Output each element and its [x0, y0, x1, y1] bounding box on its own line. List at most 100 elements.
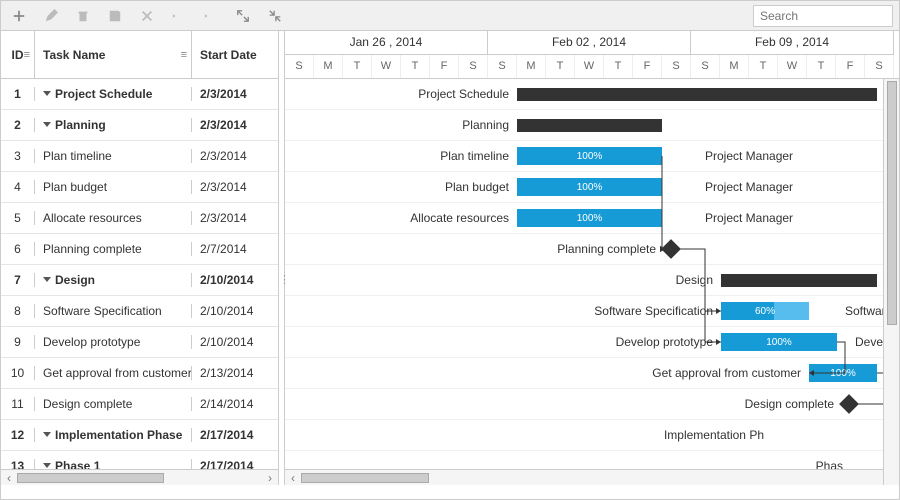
summary-bar[interactable]: [517, 88, 877, 101]
grid-panel: ID≡ Task Name≡ Start Date 1Project Sched…: [1, 31, 279, 485]
row-date: 2/13/2014: [192, 366, 278, 380]
milestone[interactable]: [661, 239, 681, 259]
caret-icon[interactable]: [43, 277, 51, 282]
row-date: 2/3/2014: [192, 87, 278, 101]
task-label: Develop prototype: [285, 335, 713, 349]
task-bar[interactable]: 60%: [721, 302, 809, 320]
scroll-left-icon[interactable]: ‹: [1, 470, 17, 486]
row-task: Planning: [35, 118, 192, 132]
row-date: 2/10/2014: [192, 335, 278, 349]
table-row[interactable]: 3Plan timeline2/3/2014: [1, 141, 278, 172]
task-label: Software Specification: [285, 304, 713, 318]
task-bar[interactable]: 100%: [517, 178, 662, 196]
day-header: M: [314, 55, 343, 79]
summary-bar[interactable]: [721, 274, 877, 287]
cancel-button[interactable]: [135, 4, 159, 28]
menu-icon[interactable]: ≡: [181, 49, 187, 61]
gantt-row: Software Specification60%Software: [285, 296, 899, 327]
day-header: M: [720, 55, 749, 79]
collapse-button[interactable]: [263, 4, 287, 28]
row-date: 2/7/2014: [192, 242, 278, 256]
table-row[interactable]: 1Project Schedule2/3/2014: [1, 79, 278, 110]
row-task: Implementation Phase: [35, 428, 192, 442]
gantt-row: Design: [285, 265, 899, 296]
task-label: Project Schedule: [285, 87, 509, 101]
row-date: 2/3/2014: [192, 180, 278, 194]
table-row[interactable]: 7Design2/10/2014: [1, 265, 278, 296]
gantt-hscroll[interactable]: ‹ ›: [285, 469, 899, 485]
caret-icon[interactable]: [43, 432, 51, 437]
outdent-button[interactable]: [167, 4, 191, 28]
table-row[interactable]: 5Allocate resources2/3/2014: [1, 203, 278, 234]
row-task: Software Specification: [35, 304, 192, 318]
task-label: Design: [285, 273, 713, 287]
day-header: W: [778, 55, 807, 79]
day-header: W: [575, 55, 604, 79]
task-bar[interactable]: 100%: [517, 147, 662, 165]
row-task: Phase 1: [35, 459, 192, 469]
table-row[interactable]: 12Implementation Phase2/17/2014: [1, 420, 278, 451]
indent-button[interactable]: [199, 4, 223, 28]
gantt-row: Get approval from customer100%: [285, 358, 899, 389]
table-row[interactable]: 9Develop prototype2/10/2014: [1, 327, 278, 358]
task-label: Design complete: [285, 397, 834, 411]
day-header: T: [343, 55, 372, 79]
caret-icon[interactable]: [43, 463, 51, 468]
gantt-vscroll[interactable]: [883, 79, 899, 485]
task-label: Planning: [285, 118, 509, 132]
task-label: Plan timeline: [285, 149, 509, 163]
day-header: T: [604, 55, 633, 79]
table-row[interactable]: 4Plan budget2/3/2014: [1, 172, 278, 203]
day-header: M: [517, 55, 546, 79]
column-date[interactable]: Start Date: [192, 31, 278, 78]
grid-hscroll[interactable]: ‹ ›: [1, 469, 278, 485]
week-header: Jan 26 , 2014: [285, 31, 488, 55]
task-bar[interactable]: 100%: [721, 333, 837, 351]
day-header: T: [807, 55, 836, 79]
gantt-row: Implementation Ph: [285, 420, 899, 451]
table-row[interactable]: 2Planning2/3/2014: [1, 110, 278, 141]
column-task[interactable]: Task Name≡: [35, 31, 192, 78]
day-header: F: [633, 55, 662, 79]
table-row[interactable]: 10Get approval from customer2/13/2014: [1, 358, 278, 389]
caret-icon[interactable]: [43, 91, 51, 96]
row-id: 5: [1, 211, 35, 225]
row-task: Allocate resources: [35, 211, 192, 225]
scroll-right-icon[interactable]: ›: [262, 470, 278, 486]
row-task: Design: [35, 273, 192, 287]
table-row[interactable]: 13Phase 12/17/2014: [1, 451, 278, 469]
delete-button[interactable]: [71, 4, 95, 28]
table-row[interactable]: 8Software Specification2/10/2014: [1, 296, 278, 327]
row-id: 10: [1, 366, 35, 380]
scroll-left-icon[interactable]: ‹: [285, 470, 301, 486]
row-date: 2/10/2014: [192, 304, 278, 318]
gantt-row: Planning: [285, 110, 899, 141]
expand-button[interactable]: [231, 4, 255, 28]
task-label: Allocate resources: [285, 211, 509, 225]
day-header: F: [836, 55, 865, 79]
search-input[interactable]: [753, 5, 893, 27]
edit-button[interactable]: [39, 4, 63, 28]
menu-icon[interactable]: ≡: [24, 49, 30, 61]
task-bar[interactable]: 100%: [809, 364, 877, 382]
row-id: 4: [1, 180, 35, 194]
row-date: 2/3/2014: [192, 211, 278, 225]
task-label: Planning complete: [285, 242, 656, 256]
summary-bar[interactable]: [517, 119, 662, 132]
task-bar[interactable]: 100%: [517, 209, 662, 227]
day-header: S: [459, 55, 488, 79]
milestone[interactable]: [839, 394, 859, 414]
save-button[interactable]: [103, 4, 127, 28]
row-date: 2/17/2014: [192, 428, 278, 442]
resource-label: Project Manager: [705, 211, 793, 225]
row-id: 3: [1, 149, 35, 163]
resource-label: Deve: [855, 335, 883, 349]
column-id[interactable]: ID≡: [1, 31, 35, 78]
day-header: S: [865, 55, 894, 79]
day-header: S: [691, 55, 720, 79]
table-row[interactable]: 11Design complete2/14/2014: [1, 389, 278, 420]
table-row[interactable]: 6Planning complete2/7/2014: [1, 234, 278, 265]
add-button[interactable]: [7, 4, 31, 28]
row-task: Plan budget: [35, 180, 192, 194]
caret-icon[interactable]: [43, 122, 51, 127]
